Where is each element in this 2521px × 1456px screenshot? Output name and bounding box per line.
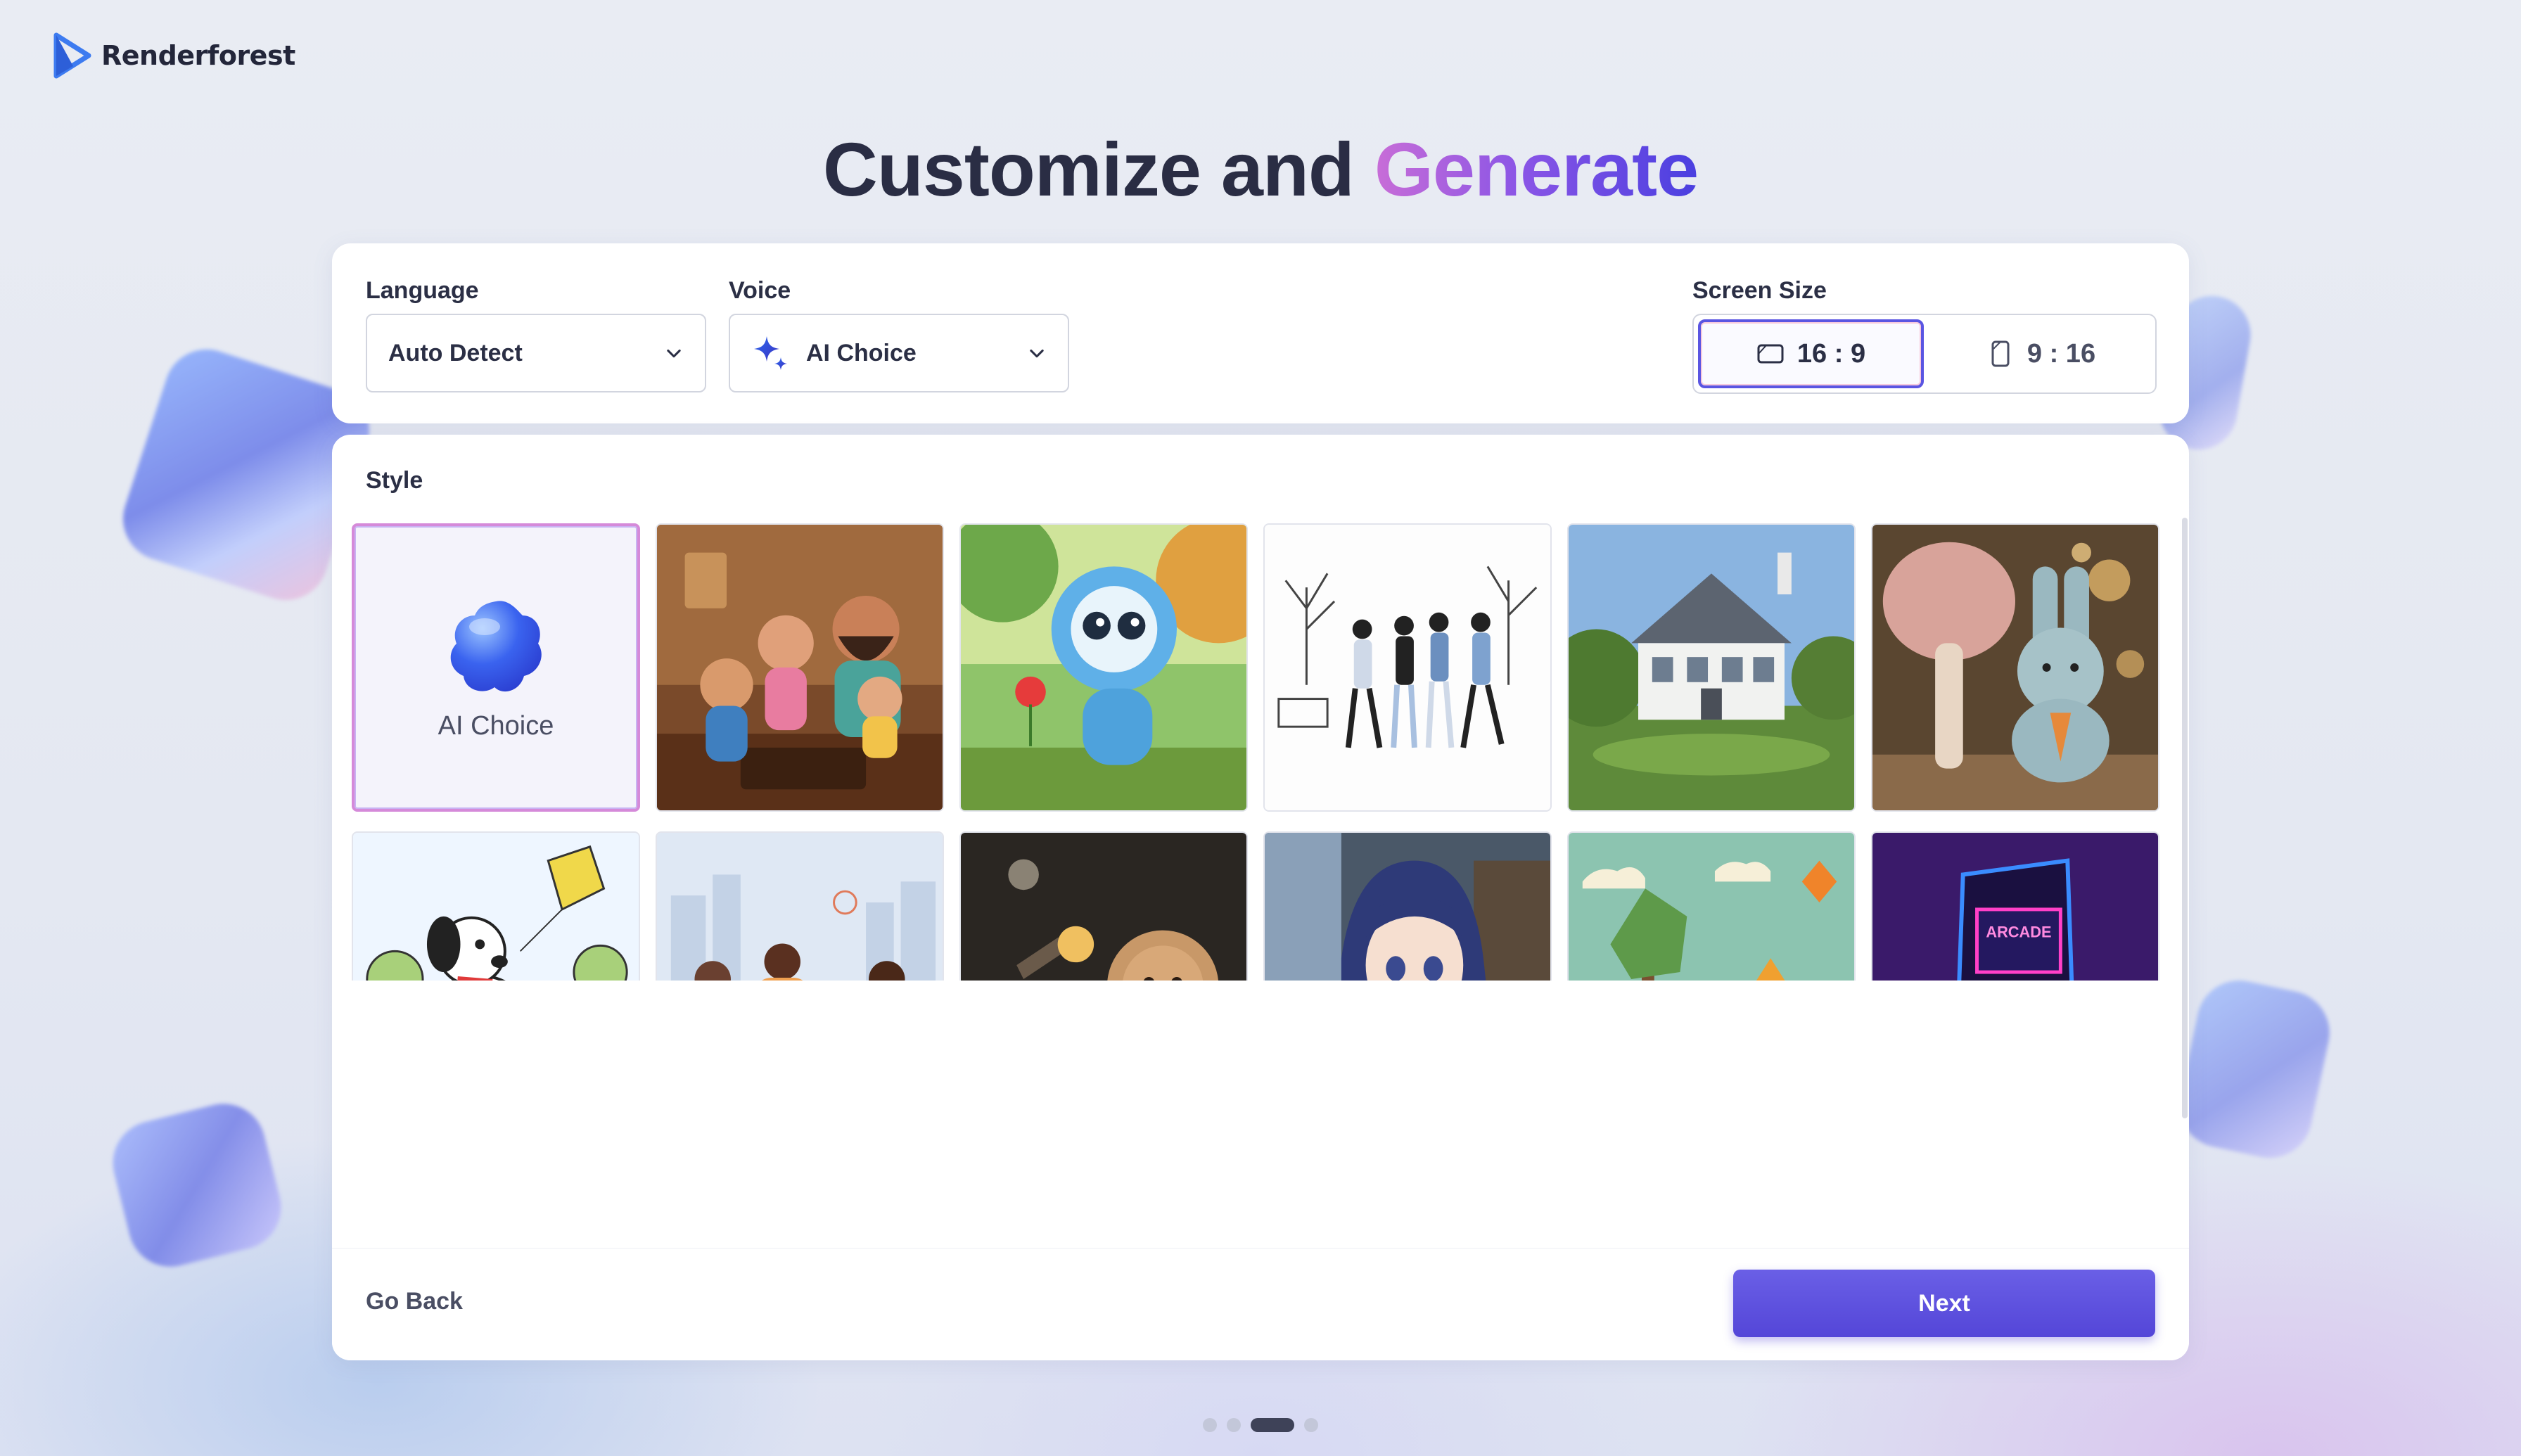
page-title: Customize and Generate — [0, 125, 2521, 213]
ratio-9-16-option[interactable]: 9 : 16 — [1931, 319, 2151, 388]
language-label: Language — [366, 277, 479, 304]
page-title-main: Customize and — [822, 127, 1374, 212]
chevron-down-icon — [1030, 349, 1044, 358]
portrait-icon — [1991, 340, 2010, 367]
landscape-icon — [1757, 344, 1784, 364]
pagination-dot[interactable] — [1304, 1418, 1318, 1432]
style-tile-neon-arcade[interactable]: ARCADE — [1871, 831, 2159, 981]
style-tile-clay-astronaut[interactable] — [959, 831, 1248, 981]
voice-select[interactable]: AI Choice — [729, 314, 1069, 392]
low-poly-camp-image — [1569, 833, 1854, 981]
house-photo-image — [1569, 525, 1854, 810]
style-label: Style — [366, 467, 423, 494]
screen-size-toggle: 16 : 9 9 : 16 — [1692, 314, 2157, 394]
sparkle-icon — [754, 336, 787, 370]
style-tile-low-poly-camp[interactable] — [1567, 831, 1856, 981]
ratio-16-9-option[interactable]: 16 : 9 — [1698, 319, 1924, 388]
comic-dog-image — [353, 833, 639, 981]
settings-card: Language Auto Detect Voice AI Choice Scr… — [332, 243, 2189, 423]
style-tile-anime[interactable] — [1263, 831, 1552, 981]
arcade-text: ARCADE — [1986, 924, 2051, 941]
style-tile-flat-office[interactable] — [656, 831, 944, 981]
neon-arcade-image: ARCADE — [1872, 833, 2158, 981]
play-logo-icon — [53, 32, 91, 79]
robot-3d-image — [961, 525, 1246, 810]
page-title-accent: Generate — [1374, 127, 1699, 212]
chevron-down-icon — [667, 349, 681, 358]
clay-astronaut-image — [961, 833, 1246, 981]
style-tile-realistic-house[interactable] — [1567, 523, 1856, 812]
ai-blob-icon — [450, 600, 542, 691]
style-tile-felt-bunny[interactable] — [1871, 523, 2159, 812]
voice-value: AI Choice — [806, 339, 917, 366]
language-value: Auto Detect — [388, 339, 523, 366]
style-tile-family-cartoon[interactable] — [656, 523, 944, 812]
voice-label: Voice — [729, 277, 791, 304]
style-tile-ai-choice[interactable]: AI Choice — [352, 523, 640, 812]
line-sketch-image — [1265, 525, 1550, 810]
pagination-dot-active[interactable] — [1251, 1418, 1294, 1432]
ai-choice-label: AI Choice — [438, 710, 554, 741]
decorative-cube — [2171, 972, 2337, 1166]
flat-office-image — [657, 833, 943, 981]
style-tile-comic-dog[interactable] — [352, 831, 640, 981]
step-pagination — [0, 1418, 2521, 1432]
style-tile-3d-robot[interactable] — [959, 523, 1248, 812]
style-card: Style AI Choice ARCADE Go Back Next — [332, 435, 2189, 1360]
anime-girl-image — [1265, 833, 1550, 981]
ratio-9-16-label: 9 : 16 — [2027, 338, 2096, 369]
style-footer: Go Back Next — [332, 1248, 2189, 1360]
brand-logo[interactable]: Renderforest — [53, 32, 295, 79]
brand-name: Renderforest — [101, 40, 295, 71]
pagination-dot[interactable] — [1203, 1418, 1217, 1432]
screen-size-label: Screen Size — [1692, 277, 1827, 304]
decorative-cube — [103, 1094, 291, 1276]
style-grid: AI Choice ARCADE — [352, 523, 2174, 981]
go-back-button[interactable]: Go Back — [366, 1288, 463, 1315]
family-cartoon-image — [657, 525, 943, 810]
style-tile-line-sketch[interactable] — [1263, 523, 1552, 812]
pagination-dot[interactable] — [1227, 1418, 1241, 1432]
next-button[interactable]: Next — [1733, 1270, 2155, 1337]
language-select[interactable]: Auto Detect — [366, 314, 706, 392]
style-scrollbar[interactable] — [2182, 518, 2188, 1118]
felt-bunny-image — [1872, 525, 2158, 810]
ratio-16-9-label: 16 : 9 — [1796, 338, 1866, 369]
